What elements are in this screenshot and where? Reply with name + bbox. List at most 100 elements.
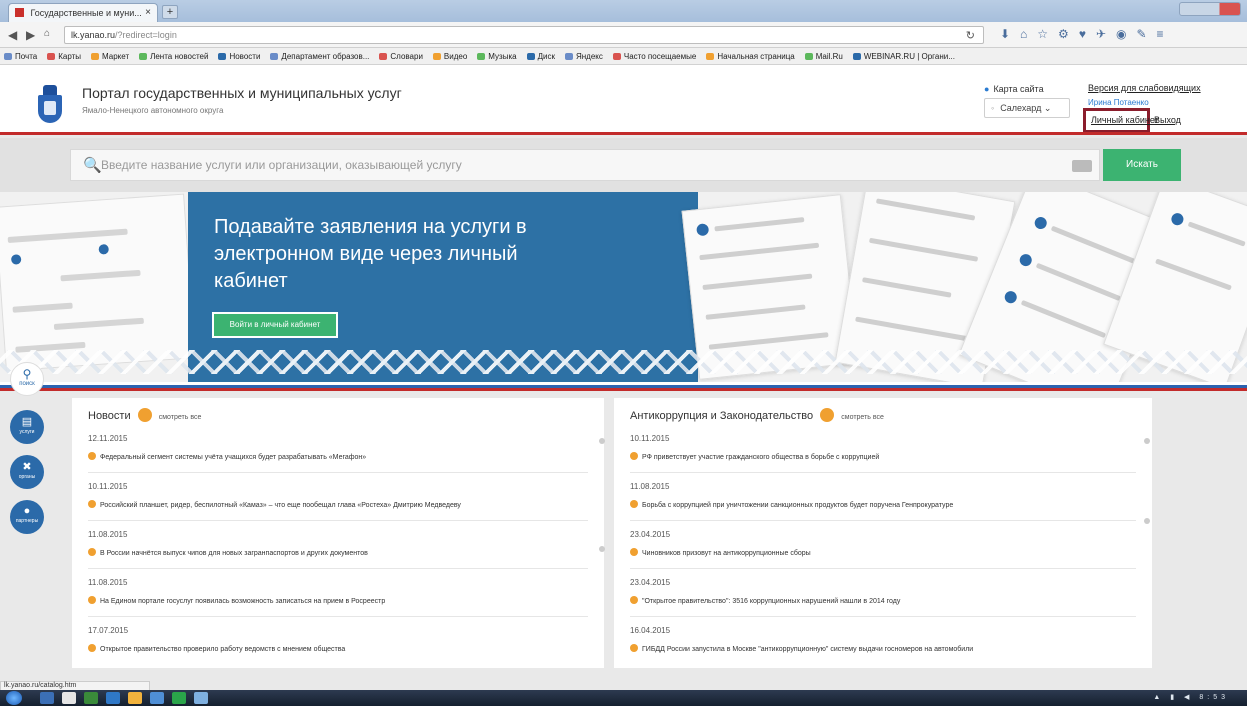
logout-link[interactable]: Выход <box>1154 115 1181 125</box>
bookmark-item[interactable]: Маркет <box>91 52 129 61</box>
bullet-icon <box>88 596 96 604</box>
news-item[interactable]: Федеральный сегмент системы учёта учащих… <box>88 452 366 461</box>
sidebar-item-services[interactable]: ▤ услуги <box>10 410 44 444</box>
news-item[interactable]: На Едином портале госуслуг появилась воз… <box>88 596 385 605</box>
bookmark-icon <box>432 53 441 60</box>
news-item[interactable]: В России начнётся выпуск чипов для новых… <box>88 548 368 557</box>
vision-impaired-link[interactable]: Версия для слабовидящих <box>1088 83 1201 93</box>
toolbar-icons[interactable]: ⬇⌂☆⚙♥✈◉✎≡ <box>1000 27 1174 41</box>
building-icon: ✖ <box>22 461 32 473</box>
bullet-icon <box>630 452 638 460</box>
tab-title: Государственные и муни... <box>30 8 142 18</box>
back-icon[interactable]: ◀ <box>8 28 17 42</box>
person-icon: ● <box>23 505 31 517</box>
keyboard-icon[interactable] <box>1072 160 1092 172</box>
sidebar-item-authorities[interactable]: ✖ органы <box>10 455 44 489</box>
news-item[interactable]: Открытое правительство проверило работу … <box>88 644 345 653</box>
address-bar[interactable]: lk.yanao.ru/?redirect=login ↻ <box>64 26 984 44</box>
window-controls[interactable] <box>1179 2 1241 16</box>
taskbar-app-icon[interactable] <box>172 692 186 704</box>
taskbar-app-icon[interactable] <box>40 692 54 704</box>
bookmark-item[interactable]: Карты <box>47 52 81 61</box>
bookmark-label: Начальная страница <box>717 52 795 61</box>
news-item[interactable]: Чиновников призовут на антикоррупционные… <box>630 548 811 557</box>
news-headline: В России начнётся выпуск чипов для новых… <box>100 550 368 557</box>
personal-cabinet-link[interactable]: Личный кабинет <box>1091 115 1159 125</box>
taskbar-app-icon[interactable] <box>106 692 120 704</box>
divider <box>630 472 1136 473</box>
divider <box>88 568 588 569</box>
reload-icon[interactable]: ↻ <box>966 29 975 42</box>
tab-close-icon[interactable]: × <box>145 7 151 18</box>
bookmark-item[interactable]: Департамент образов... <box>270 52 369 61</box>
news-item[interactable]: РФ приветствует участие гражданского общ… <box>630 452 879 461</box>
news-date: 11.08.2015 <box>88 530 128 539</box>
bookmark-item[interactable]: Начальная страница <box>706 52 795 61</box>
sidebar-search-tab[interactable]: ⚲ поиск <box>10 362 44 396</box>
bookmark-item[interactable]: Лента новостей <box>139 52 208 61</box>
bullet-icon <box>630 644 638 652</box>
bookmark-item[interactable]: WEBINAR.RU | Органи... <box>852 52 955 61</box>
home-icon[interactable]: ⌂ <box>44 28 50 39</box>
bookmark-item[interactable]: Новости <box>218 52 260 61</box>
show-all-icon[interactable] <box>137 408 152 422</box>
bookmarks-bar: Почта Карты Маркет Лента новостей Новости Деп… <box>0 48 1247 65</box>
magnifier-icon: ⚲ <box>22 367 32 381</box>
bookmark-item[interactable]: Часто посещаемые <box>612 52 696 61</box>
bookmark-item[interactable]: Mail.Ru <box>804 52 843 61</box>
news-headline: На Едином портале госуслуг появилась воз… <box>100 598 386 605</box>
news-item[interactable]: Российский планшет, ридер, беспилотный «… <box>88 500 461 509</box>
news-date: 11.08.2015 <box>630 482 670 491</box>
bookmark-item[interactable]: Словари <box>379 52 423 61</box>
bookmark-item[interactable]: Музыка <box>477 52 517 61</box>
sidebar-item-label: партнеры <box>15 518 39 524</box>
news-headline: ГИБДД России запустила в Москве "антикор… <box>642 646 974 653</box>
bookmark-item[interactable]: Почта <box>4 52 37 61</box>
scroll-indicator[interactable] <box>599 438 605 444</box>
new-tab-button[interactable]: + <box>162 5 178 19</box>
news-date: 23.04.2015 <box>630 578 671 587</box>
news-item[interactable]: Борьба с коррупцией при уничтожении санк… <box>630 500 953 509</box>
bookmark-icon <box>706 53 715 60</box>
bookmark-label: Диск <box>537 52 555 61</box>
bookmark-label: Карты <box>58 52 82 61</box>
bookmark-label: Новости <box>229 52 261 61</box>
anticorruption-show-all-link[interactable]: смотреть все <box>841 414 884 421</box>
divider <box>88 616 588 617</box>
forward-icon[interactable]: ▶ <box>26 28 35 42</box>
taskbar-app-icon[interactable] <box>150 692 164 704</box>
news-date: 10.11.2015 <box>88 482 128 491</box>
anticorruption-heading: Антикоррупция и Законодательство <box>630 410 814 422</box>
bookmark-item[interactable]: Видео <box>432 52 467 61</box>
news-item[interactable]: "Открытое правительство": 3516 коррупцио… <box>630 596 900 605</box>
coat-of-arms-logo[interactable] <box>38 85 62 123</box>
map-pin-icon: ● <box>984 84 990 94</box>
scroll-indicator[interactable] <box>1144 518 1150 524</box>
taskbar-app-icon[interactable] <box>62 692 76 704</box>
user-name-link[interactable]: Ирина Потаенко <box>1088 98 1149 107</box>
news-show-all-link[interactable]: смотреть все <box>159 414 202 421</box>
search-button[interactable]: Искать <box>1103 149 1181 181</box>
site-favicon-icon <box>15 8 24 17</box>
taskbar-app-icon[interactable] <box>84 692 98 704</box>
bookmark-icon <box>804 53 813 60</box>
browser-navbar: ◀ ▶ ⌂ lk.yanao.ru/?redirect=login ↻ ⬇⌂☆⚙… <box>0 22 1247 48</box>
region-select[interactable]: ◦ Салехард ⌄ <box>984 98 1070 118</box>
bookmark-item[interactable]: Диск <box>526 52 555 61</box>
sidebar-item-partners[interactable]: ● партнеры <box>10 500 44 534</box>
bookmark-item[interactable]: Яндекс <box>564 52 603 61</box>
bookmark-label: Музыка <box>488 52 517 61</box>
scroll-indicator[interactable] <box>1144 438 1150 444</box>
taskbar-app-icon[interactable] <box>194 692 208 704</box>
taskbar-app-icon[interactable] <box>128 692 142 704</box>
login-cabinet-button[interactable]: Войти в личный кабинет <box>212 312 338 338</box>
show-all-icon[interactable] <box>820 408 835 422</box>
start-button-icon[interactable] <box>6 691 22 705</box>
scroll-indicator[interactable] <box>599 546 605 552</box>
news-item[interactable]: ГИБДД России запустила в Москве "антикор… <box>630 644 973 653</box>
browser-tab[interactable]: Государственные и муни... × <box>8 3 158 22</box>
bookmark-icon <box>852 53 861 60</box>
search-input[interactable]: 🔍 Введите название услуги или организаци… <box>70 149 1100 181</box>
sitemap-link[interactable]: ● Карта сайта <box>984 84 1044 94</box>
system-tray[interactable]: ▲ ▮ ◀ 8:53 <box>1153 693 1229 701</box>
